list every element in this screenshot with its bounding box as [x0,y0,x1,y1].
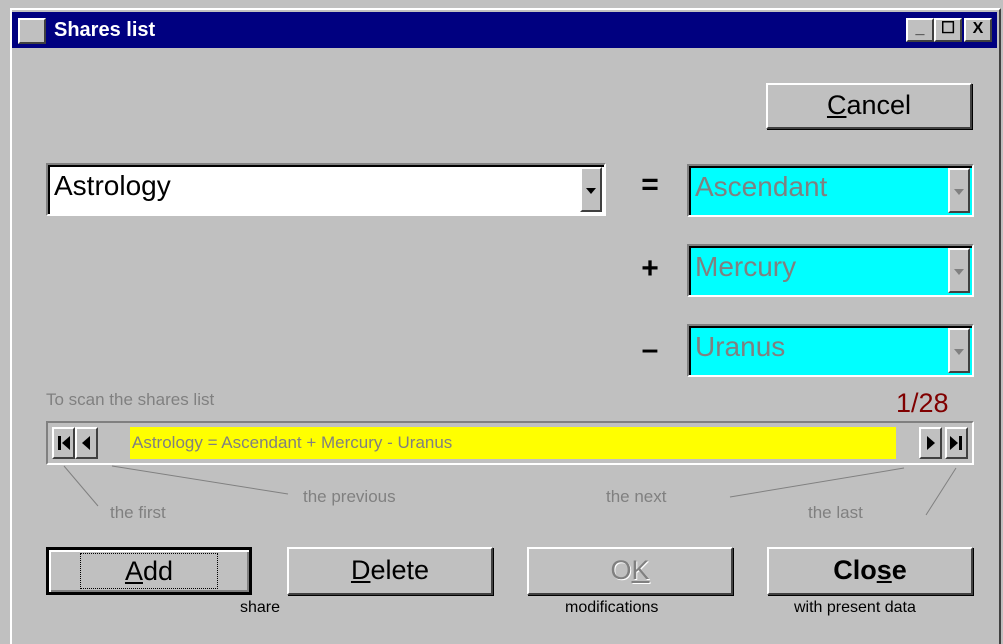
hint-next: the next [606,487,667,506]
hint-previous: the previous [303,487,396,506]
hint-last: the last [808,503,863,522]
ok-button[interactable]: OK [527,547,733,595]
hint-first: the first [110,503,166,522]
delete-button[interactable]: Delete [287,547,493,595]
ok-button-caption: modifications [565,599,659,616]
hint-line-previous [111,465,289,495]
hint-line-first [63,465,99,507]
hint-line-next [729,467,905,498]
hint-line-last [925,467,957,516]
add-button[interactable]: Add [46,547,252,595]
add-button-caption: share [240,599,281,616]
close-button[interactable]: Close [767,547,973,595]
close-button-caption: with present data [794,599,916,616]
